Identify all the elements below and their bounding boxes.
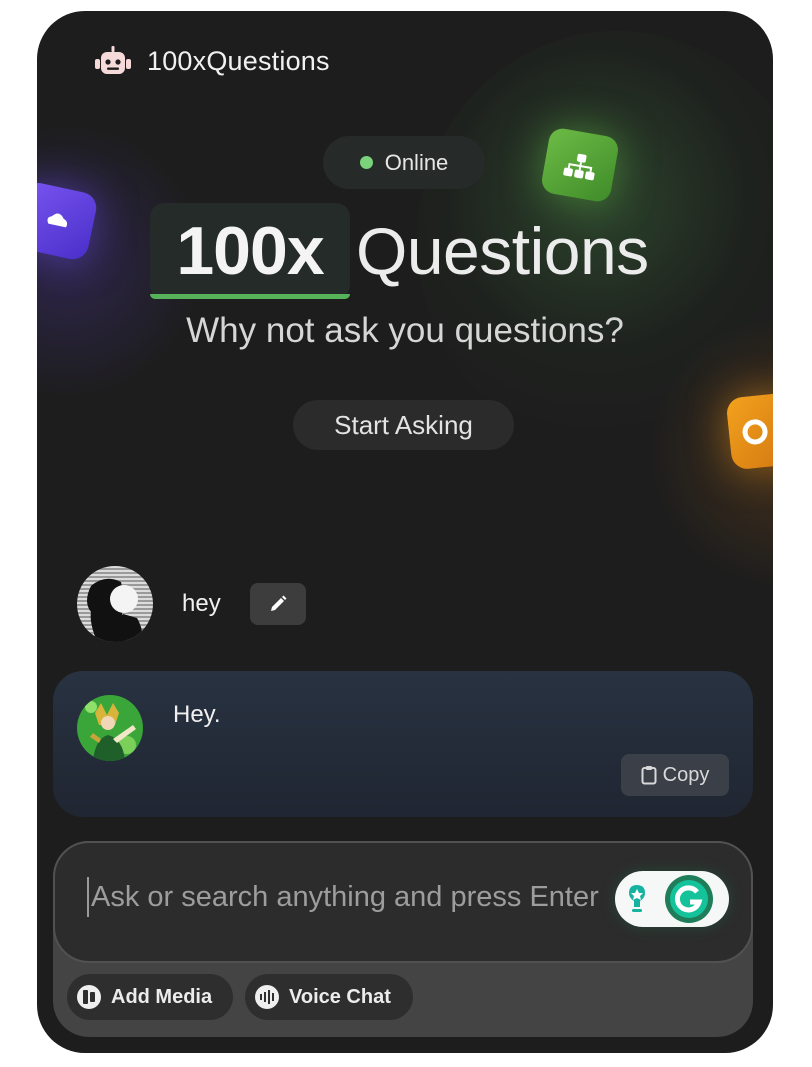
message-composer: Add Media Voice Chat: [53, 841, 753, 1037]
orange-app-icon: [725, 391, 773, 471]
assistant-avatar: [77, 695, 143, 761]
clipboard-icon: [641, 766, 657, 785]
user-message-text: hey: [182, 590, 221, 617]
assistant-message-text: Hey.: [173, 701, 221, 728]
brand-name: 100xQuestions: [147, 45, 330, 76]
start-asking-button[interactable]: Start Asking: [293, 400, 514, 450]
assistant-message: Hey. Copy: [53, 671, 753, 817]
search-input[interactable]: [87, 877, 627, 917]
user-avatar: [77, 566, 153, 642]
brand-header: 100xQuestions: [95, 46, 330, 76]
media-icon: [77, 985, 101, 1009]
hero-subtitle: Why not ask you questions?: [186, 311, 624, 350]
hero-title-bold: 100x: [176, 213, 324, 289]
hero-highlight-box: 100x: [150, 203, 350, 299]
status-dot: [359, 156, 373, 169]
copy-button-label: Copy: [662, 763, 710, 786]
status-label: Online: [384, 149, 449, 175]
robot-icon: [95, 46, 131, 74]
online-status-badge: Online: [323, 136, 485, 189]
green-sitemap-icon: [539, 126, 621, 204]
hero-title: 100x Questions: [150, 203, 649, 299]
grammarly-widget[interactable]: [615, 871, 729, 927]
hero-title-rest: Questions: [356, 214, 649, 288]
user-message-row: hey: [77, 566, 306, 642]
add-media-button[interactable]: Add Media: [67, 974, 233, 1020]
voice-chat-button[interactable]: Voice Chat: [245, 974, 413, 1020]
composer-input-box: [53, 841, 753, 963]
edit-message-button[interactable]: [249, 583, 306, 625]
voice-chat-label: Voice Chat: [289, 985, 391, 1008]
pencil-icon: [270, 595, 287, 611]
voice-icon: [255, 985, 279, 1009]
copy-button[interactable]: Copy: [621, 754, 729, 796]
add-media-label: Add Media: [111, 985, 213, 1008]
chat-app-window: 100xQuestions Online 100x Questions Why …: [37, 11, 773, 1053]
